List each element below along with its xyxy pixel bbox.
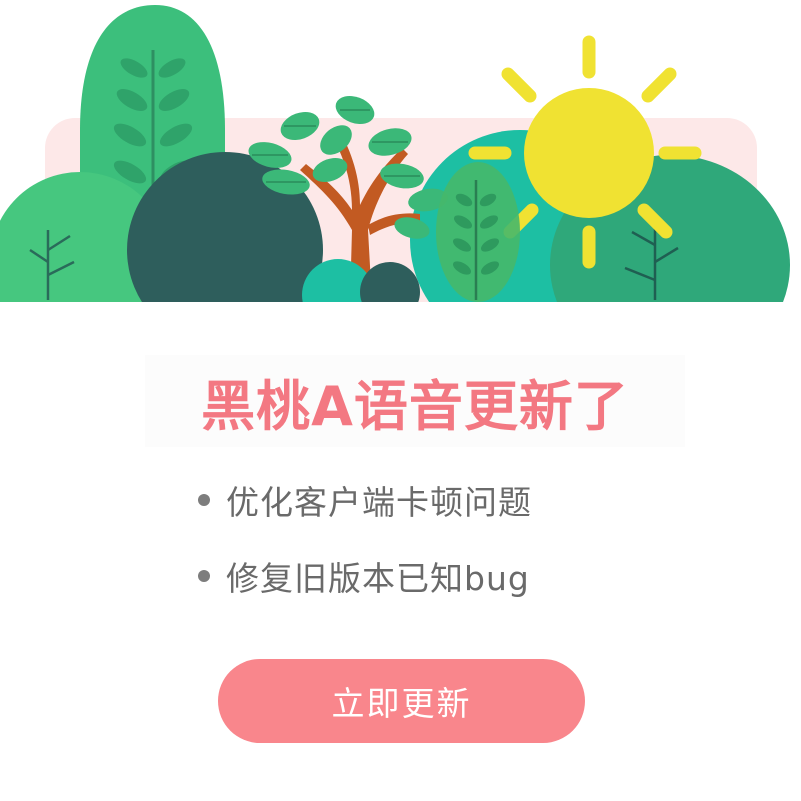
dialog-title: 黑桃A语音更新了 [201,374,629,438]
grass-tree-icon [436,162,520,302]
bullet-icon [198,494,210,506]
update-dialog: 黑桃A语音更新了 优化客户端卡顿问题 修复旧版本已知bug 立即更新 [0,0,801,801]
update-notes-list: 优化客户端卡顿问题 修复旧版本已知bug [198,472,648,624]
update-note-text: 优化客户端卡顿问题 [226,483,532,522]
update-note-text: 修复旧版本已知bug [226,559,530,598]
update-now-button[interactable]: 立即更新 [218,659,585,743]
banner-illustration [0,0,801,302]
title-box: 黑桃A语音更新了 [145,355,685,447]
update-note: 优化客户端卡顿问题 [198,472,648,528]
bullet-icon [198,570,210,582]
update-note: 修复旧版本已知bug [198,548,648,604]
